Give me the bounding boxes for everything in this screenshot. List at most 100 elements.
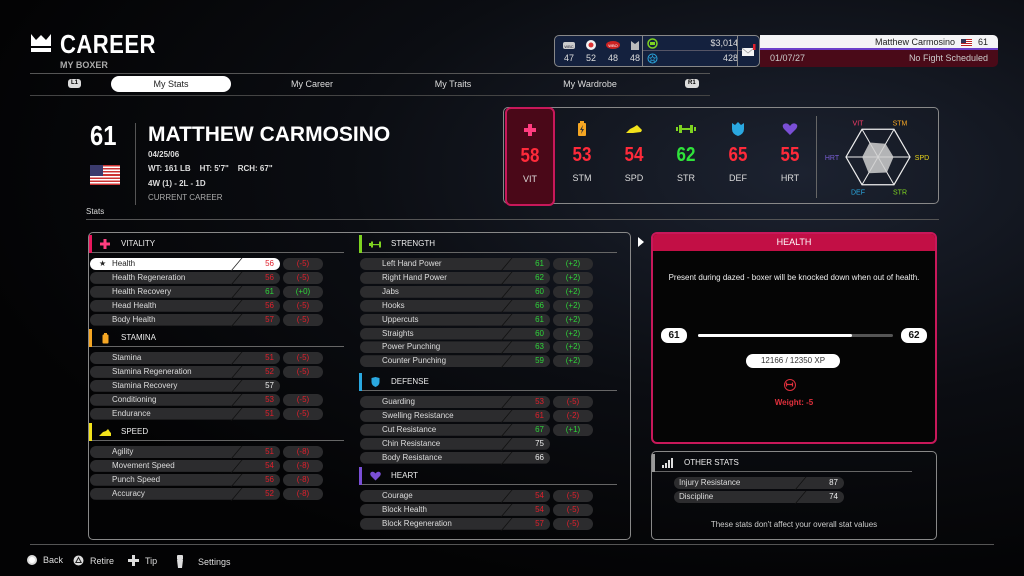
settings-button[interactable]: Settings [176, 555, 231, 569]
stat-modifier: (-8) [283, 487, 323, 500]
stat-row-chin-resistance[interactable]: Chin Resistance 75 [360, 437, 600, 451]
tab-my-traits[interactable]: My Traits [393, 76, 513, 92]
retire-button[interactable]: Retire [73, 555, 114, 566]
stat-row-cut-resistance[interactable]: Cut Resistance 67 (+1) [360, 423, 600, 437]
stat-modifier: (+2) [553, 271, 593, 284]
stat-row-conditioning[interactable]: Conditioning 53 (-5) [90, 393, 330, 407]
tab-my-wardrobe[interactable]: My Wardrobe [530, 76, 650, 92]
stat-modifier: (-2) [553, 409, 593, 422]
stat-row-health[interactable]: Health ★ 56 (-5) [90, 258, 330, 271]
attribute-str[interactable]: 62 STR [661, 108, 711, 205]
category-icon [99, 238, 111, 250]
stat-value: 61 [265, 286, 274, 296]
attribute-vit[interactable]: 58 VIT [505, 107, 555, 206]
stat-row-jabs[interactable]: Jabs 60 (+2) [360, 285, 600, 299]
stat-row-head-health[interactable]: Head Health 56 (-5) [90, 299, 330, 313]
radar-label-str: STR [893, 190, 907, 197]
stat-row-health-recovery[interactable]: Health Recovery 61 (+0) [90, 285, 330, 299]
shoe-icon [626, 125, 642, 133]
stat-value: 60 [535, 328, 544, 338]
star-icon: ★ [99, 259, 107, 268]
category-header-heart: HEART [359, 467, 617, 485]
section-divider [86, 219, 939, 220]
stat-row-discipline[interactable]: Discipline 74 [674, 491, 844, 504]
category-header-defense: DEFENSE [359, 373, 617, 391]
category-title: STRENGTH [391, 239, 435, 248]
category-title: VITALITY [121, 239, 156, 248]
stat-modifier: (-5) [283, 365, 323, 378]
stat-row-hooks[interactable]: Hooks 66 (+2) [360, 299, 600, 313]
stat-value: 54 [535, 504, 544, 514]
stat-row-counter-punching[interactable]: Counter Punching 59 (+2) [360, 355, 600, 369]
stat-value: 62 [535, 272, 544, 282]
attribute-hrt[interactable]: 55 HRT [765, 108, 815, 205]
attribute-spd[interactable]: 54 SPD [609, 108, 659, 205]
settings-label: Settings [198, 557, 231, 567]
stat-row-accuracy[interactable]: Accuracy 52 (-8) [90, 487, 330, 501]
radar-label-stm: STM [893, 120, 908, 127]
stat-row-block-health[interactable]: Block Health 54 (-5) [360, 503, 600, 517]
stat-value: 51 [265, 353, 274, 362]
other-stats-panel: OTHER STATS Injury Resistance 87 Discipl… [651, 451, 937, 540]
stat-modifier: (+2) [553, 313, 593, 326]
stat-row-agility[interactable]: Agility 51 (-8) [90, 446, 330, 459]
attribute-def[interactable]: 65 DEF [713, 108, 763, 205]
stat-value: 57 [535, 518, 544, 528]
tab-my-career[interactable]: My Career [252, 76, 372, 92]
category-header-vitality: VITALITY [89, 235, 344, 253]
category-header-stamina: STAMINA [89, 329, 344, 347]
stat-row-stamina-recovery[interactable]: Stamina Recovery 57 [90, 379, 330, 393]
stat-row-body-health[interactable]: Body Health 57 (-5) [90, 313, 330, 327]
battery-icon [578, 121, 586, 136]
boxer-info-divider [135, 123, 136, 205]
attribute-stm[interactable]: 53 STM [557, 108, 607, 205]
wbc-belt-icon: WBC [563, 41, 575, 49]
stat-row-straights[interactable]: Straights 60 (+2) [360, 327, 600, 341]
back-button[interactable]: Back [27, 555, 63, 565]
triangle-button-icon [73, 555, 84, 566]
tip-button[interactable]: Tip [128, 555, 157, 566]
stat-value: 53 [535, 397, 544, 406]
stat-row-right-hand-power[interactable]: Right Hand Power 62 (+2) [360, 271, 600, 285]
stat-row-punch-speed[interactable]: Punch Speed 56 (-8) [90, 473, 330, 487]
stat-value: 66 [535, 300, 544, 310]
stat-modifier: (-5) [283, 313, 323, 326]
stat-row-uppercuts[interactable]: Uppercuts 61 (+2) [360, 313, 600, 327]
player-overall: 61 [977, 37, 988, 47]
points-star-icon [647, 53, 658, 64]
category-title: HEART [391, 471, 418, 480]
stat-row-movement-speed[interactable]: Movement Speed 54 (-8) [90, 459, 330, 473]
currency-panel: $3,014 428 [642, 36, 742, 66]
mail-button[interactable] [737, 36, 759, 66]
stat-row-guarding[interactable]: Guarding 53 (-5) [360, 396, 600, 409]
stat-row-power-punching[interactable]: Power Punching 63 (+2) [360, 341, 600, 355]
belt-wbc-rank: 47 [563, 53, 574, 63]
category-title: STAMINA [121, 333, 156, 342]
l1-button-hint[interactable]: L1 [68, 79, 82, 88]
stat-row-health-regeneration[interactable]: Health Regeneration 56 (-5) [90, 271, 330, 285]
boxer-record: 4W (1) - 2L - 1D [148, 179, 206, 188]
battery-icon [102, 332, 108, 343]
footer-divider [30, 544, 994, 545]
attribute-radar-chart: VIT STM SPD STR DEF HRT [825, 120, 929, 197]
stat-row-left-hand-power[interactable]: Left Hand Power 61 (+2) [360, 258, 600, 271]
stat-row-stamina[interactable]: Stamina 51 (-5) [90, 352, 330, 365]
stat-row-body-resistance[interactable]: Body Resistance 66 [360, 451, 600, 465]
tab-my-stats[interactable]: My Stats [111, 76, 231, 92]
stat-row-endurance[interactable]: Endurance 51 (-5) [90, 407, 330, 421]
stat-value: 57 [265, 314, 274, 324]
career-logo-icon [31, 34, 51, 52]
category-title: DEFENSE [391, 377, 429, 386]
stat-row-injury-resistance[interactable]: Injury Resistance 87 [674, 477, 844, 490]
stat-row-courage[interactable]: Courage 54 (-5) [360, 490, 600, 503]
stat-modifier: (+2) [553, 341, 593, 354]
section-label: Stats [86, 207, 105, 216]
r1-button-hint[interactable]: R1 [685, 79, 699, 88]
stat-row-block-regeneration[interactable]: Block Regeneration 57 (-5) [360, 517, 600, 531]
signal-bars-icon [662, 458, 673, 468]
stat-row-swelling-resistance[interactable]: Swelling Resistance 61 (-2) [360, 409, 600, 423]
usa-flag-icon [90, 165, 120, 185]
category-header-speed: SPEED [89, 423, 344, 441]
stat-row-stamina-regeneration[interactable]: Stamina Regeneration 52 (-5) [90, 365, 330, 379]
radar-value-area [862, 142, 894, 174]
